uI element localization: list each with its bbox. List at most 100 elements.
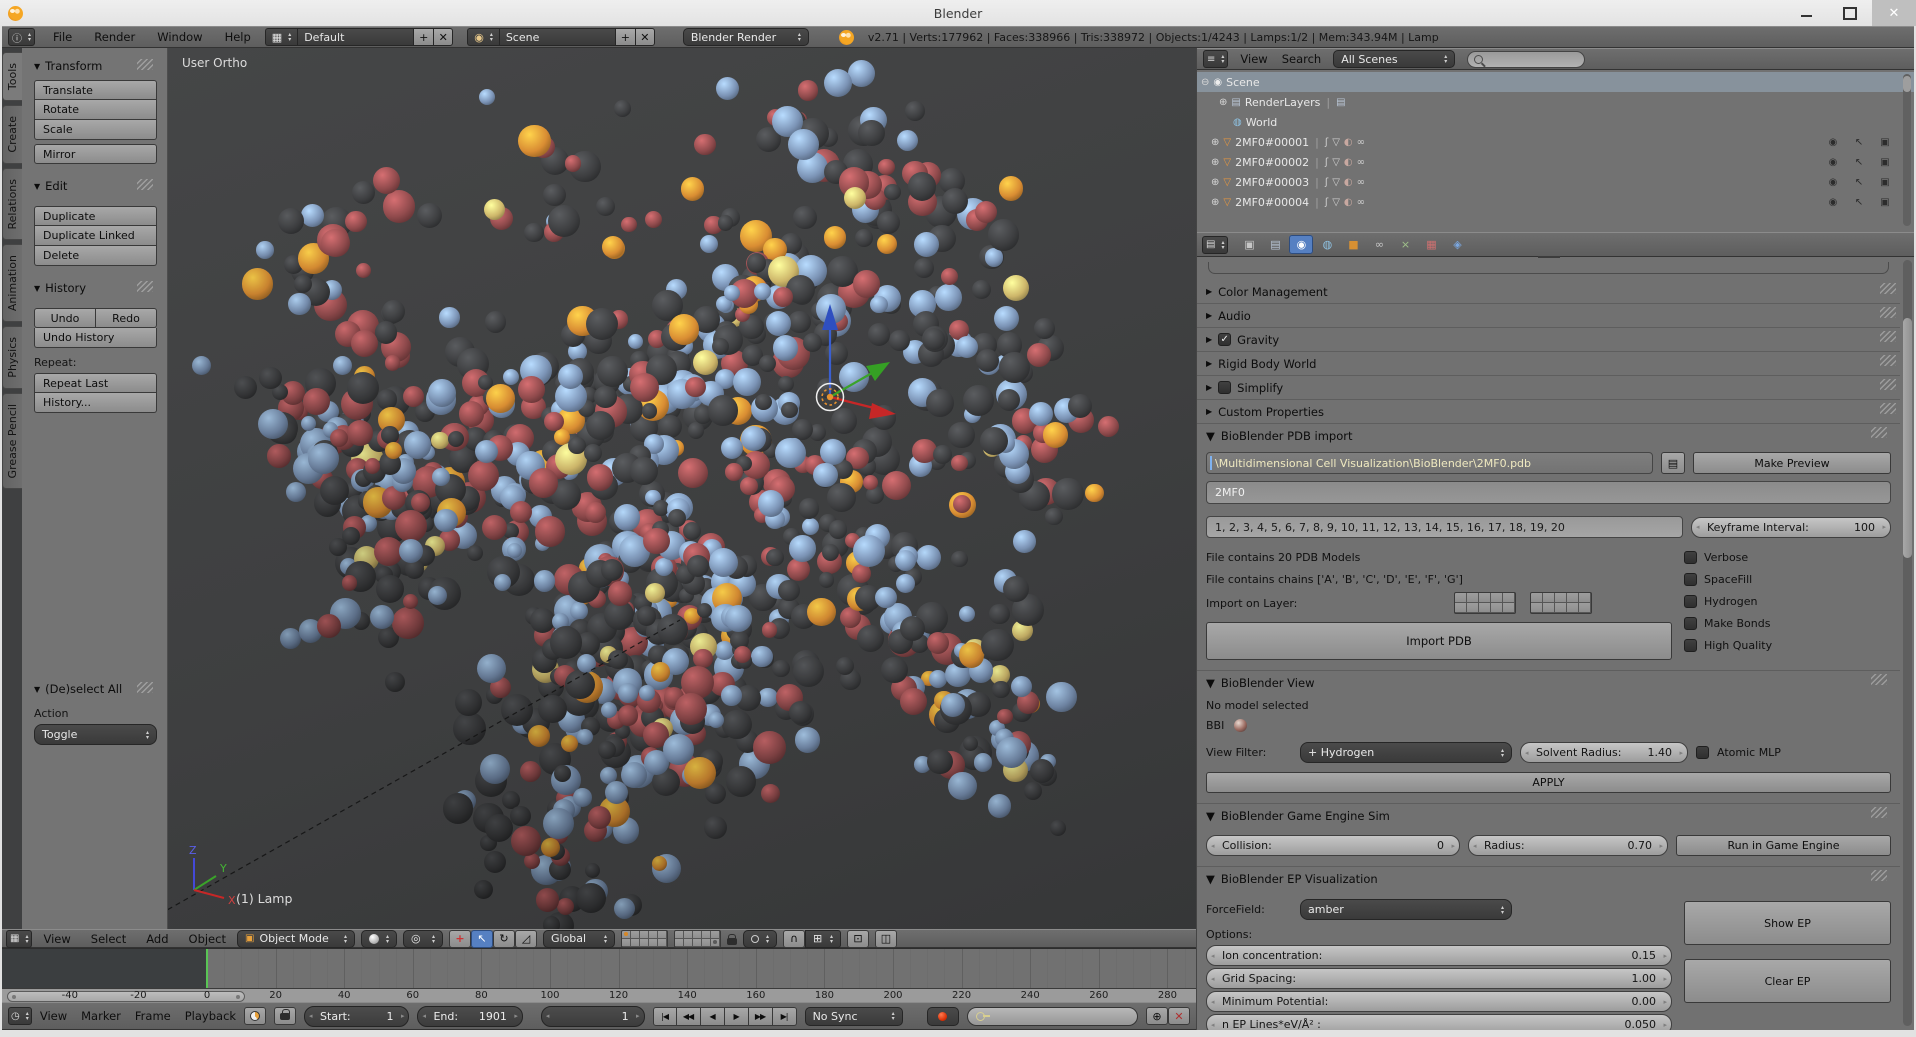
outliner-scope-select[interactable]: All Scenes xyxy=(1333,50,1455,68)
layer-cell[interactable] xyxy=(658,939,667,947)
layer-cell[interactable] xyxy=(675,939,684,947)
import-layers-grid-1[interactable] xyxy=(1454,592,1516,614)
record-button[interactable] xyxy=(927,1007,959,1026)
layer-cell[interactable] xyxy=(649,939,658,947)
lock-to-scene-icon[interactable] xyxy=(727,938,737,945)
object-name[interactable]: 2MF0#00001 xyxy=(1235,136,1309,149)
play-reverse-button[interactable]: ◀ xyxy=(701,1007,725,1026)
layer-cell[interactable] xyxy=(711,931,720,939)
scene-name-field[interactable]: Scene xyxy=(499,28,615,46)
visibility-toggle-icon[interactable]: ◉ xyxy=(1822,157,1844,168)
shelf-tab-create[interactable]: Create xyxy=(2,105,22,164)
view-filter-select[interactable]: + Hydrogen xyxy=(1300,742,1512,763)
delete-button[interactable]: Delete xyxy=(34,246,157,266)
snap-element-select[interactable]: ⊞ xyxy=(805,930,841,948)
show-ep-button[interactable]: Show EP xyxy=(1684,901,1891,945)
world-name[interactable]: World xyxy=(1246,116,1278,129)
scene-name[interactable]: Scene xyxy=(1226,76,1260,89)
frame-end-field[interactable]: End: 1901 xyxy=(417,1006,522,1027)
make-preview-button[interactable]: Make Preview xyxy=(1693,452,1891,474)
section-header[interactable]: ▼BioBlender EP Visualization xyxy=(1206,867,1891,891)
proportional-edit-select[interactable] xyxy=(743,930,777,948)
top-menu-help[interactable]: Help xyxy=(225,30,251,44)
spacefill-checkbox[interactable] xyxy=(1684,573,1697,586)
import-layers-grid-2[interactable] xyxy=(1530,592,1592,614)
simplify-checkbox[interactable] xyxy=(1218,381,1231,394)
playback-range-button[interactable] xyxy=(244,1007,266,1025)
layer-cell[interactable] xyxy=(1567,593,1579,603)
selectability-toggle-icon[interactable]: ↖ xyxy=(1848,177,1870,188)
top-menu-window[interactable]: Window xyxy=(157,30,202,44)
viewport-menu-object[interactable]: Object xyxy=(189,932,226,946)
previous-keyframe-button[interactable]: ◀◀ xyxy=(677,1007,701,1026)
outliner-object-row[interactable]: ⊕▽2MF0#00004|ʃ▽◐∞◉↖▣ xyxy=(1197,192,1914,212)
viewport-menu-select[interactable]: Select xyxy=(91,932,126,946)
layer-cell[interactable] xyxy=(640,931,649,939)
panel-edit[interactable]: ▼Edit xyxy=(34,176,157,196)
pdb-code-field[interactable]: 2MF0 xyxy=(1206,481,1891,504)
mirror-button[interactable]: Mirror xyxy=(34,144,157,164)
frame-start-field[interactable]: Start: 1 xyxy=(304,1006,409,1027)
opengl-render-button[interactable]: ⊡ xyxy=(847,930,869,948)
properties-tab-render[interactable]: ▣ xyxy=(1237,235,1261,254)
selectability-toggle-icon[interactable]: ↖ xyxy=(1848,157,1870,168)
layer-cell[interactable] xyxy=(1479,603,1491,613)
section-header[interactable]: ▼BioBlender PDB import xyxy=(1206,424,1891,448)
manipulator-toggle-button[interactable]: + xyxy=(449,930,471,948)
add-scene-button[interactable]: + xyxy=(615,28,635,46)
outliner-menu-view[interactable]: View xyxy=(1240,52,1267,66)
ep-option-ion-concentration[interactable]: Ion concentration:0.15 xyxy=(1206,945,1672,966)
properties-tab-constraints[interactable]: ∞ xyxy=(1367,235,1391,254)
shelf-tab-animation[interactable]: Animation xyxy=(2,244,22,322)
undo-button[interactable]: Undo xyxy=(34,308,96,328)
solvent-radius-field[interactable]: Solvent Radius: 1.40 xyxy=(1520,742,1688,763)
viewport-menu-view[interactable]: View xyxy=(43,932,70,946)
layer-cell[interactable] xyxy=(640,939,649,947)
visibility-toggle-icon[interactable]: ◉ xyxy=(1822,177,1844,188)
keyframe-interval-field[interactable]: Keyframe Interval: 100 xyxy=(1691,517,1891,538)
layer-cell[interactable] xyxy=(1531,603,1543,613)
insert-keyframe-button[interactable]: ⊕ xyxy=(1146,1007,1168,1025)
translate-button[interactable]: Translate xyxy=(34,80,157,100)
layer-cell[interactable] xyxy=(1467,593,1479,603)
object-name[interactable]: 2MF0#00003 xyxy=(1235,176,1309,189)
layer-cell[interactable] xyxy=(1555,603,1567,613)
outliner-menu-search[interactable]: Search xyxy=(1282,52,1322,66)
section-audio[interactable]: ▶Audio xyxy=(1197,304,1900,328)
properties-scrollbar[interactable] xyxy=(1903,260,1912,1026)
properties-tab-render-layers[interactable]: ▤ xyxy=(1263,235,1287,254)
layout-name-field[interactable]: Default xyxy=(297,28,413,46)
add-layout-button[interactable]: + xyxy=(413,28,433,46)
layer-cell[interactable] xyxy=(1567,603,1579,613)
layer-cell[interactable] xyxy=(1467,603,1479,613)
jump-to-end-button[interactable]: ▶| xyxy=(773,1007,797,1026)
layer-cell[interactable] xyxy=(1455,593,1467,603)
timeline-menu-playback[interactable]: Playback xyxy=(185,1009,236,1023)
delete-scene-button[interactable]: ✕ xyxy=(635,28,655,46)
layer-cell[interactable] xyxy=(1579,593,1591,603)
delete-keyframe-button[interactable]: ✕ xyxy=(1168,1007,1190,1025)
render-toggle-icon[interactable]: ▣ xyxy=(1874,157,1896,168)
top-menu-render[interactable]: Render xyxy=(94,30,135,44)
layer-cell[interactable] xyxy=(1503,603,1515,613)
duplicate-linked-button[interactable]: Duplicate Linked xyxy=(34,226,157,246)
selectability-toggle-icon[interactable]: ↖ xyxy=(1848,137,1870,148)
viewport-shading-select[interactable] xyxy=(361,930,397,948)
delete-layout-button[interactable]: ✕ xyxy=(433,28,453,46)
atomic-mlp-checkbox[interactable] xyxy=(1696,746,1709,759)
layer-cell[interactable] xyxy=(658,931,667,939)
layer-cell[interactable] xyxy=(684,939,693,947)
layer-cell[interactable] xyxy=(711,939,720,947)
rotate-button[interactable]: Rotate xyxy=(34,100,157,120)
object-name[interactable]: 2MF0#00004 xyxy=(1235,196,1309,209)
section-header[interactable]: ▼BioBlender View xyxy=(1206,671,1891,695)
ep-option-grid-spacing[interactable]: Grid Spacing:1.00 xyxy=(1206,968,1672,989)
shelf-tab-tools[interactable]: Tools xyxy=(2,52,22,101)
collision-field[interactable]: Collision: 0 xyxy=(1206,835,1460,856)
apply-button[interactable]: APPLY xyxy=(1206,772,1891,793)
repeat-last-button[interactable]: Repeat Last xyxy=(34,373,157,393)
scale-button[interactable]: Scale xyxy=(34,120,157,140)
file-browse-button[interactable]: ▤ xyxy=(1661,452,1685,474)
properties-tab-texture[interactable]: ▦ xyxy=(1419,235,1443,254)
transform-orientation-select[interactable]: Global xyxy=(543,930,615,948)
